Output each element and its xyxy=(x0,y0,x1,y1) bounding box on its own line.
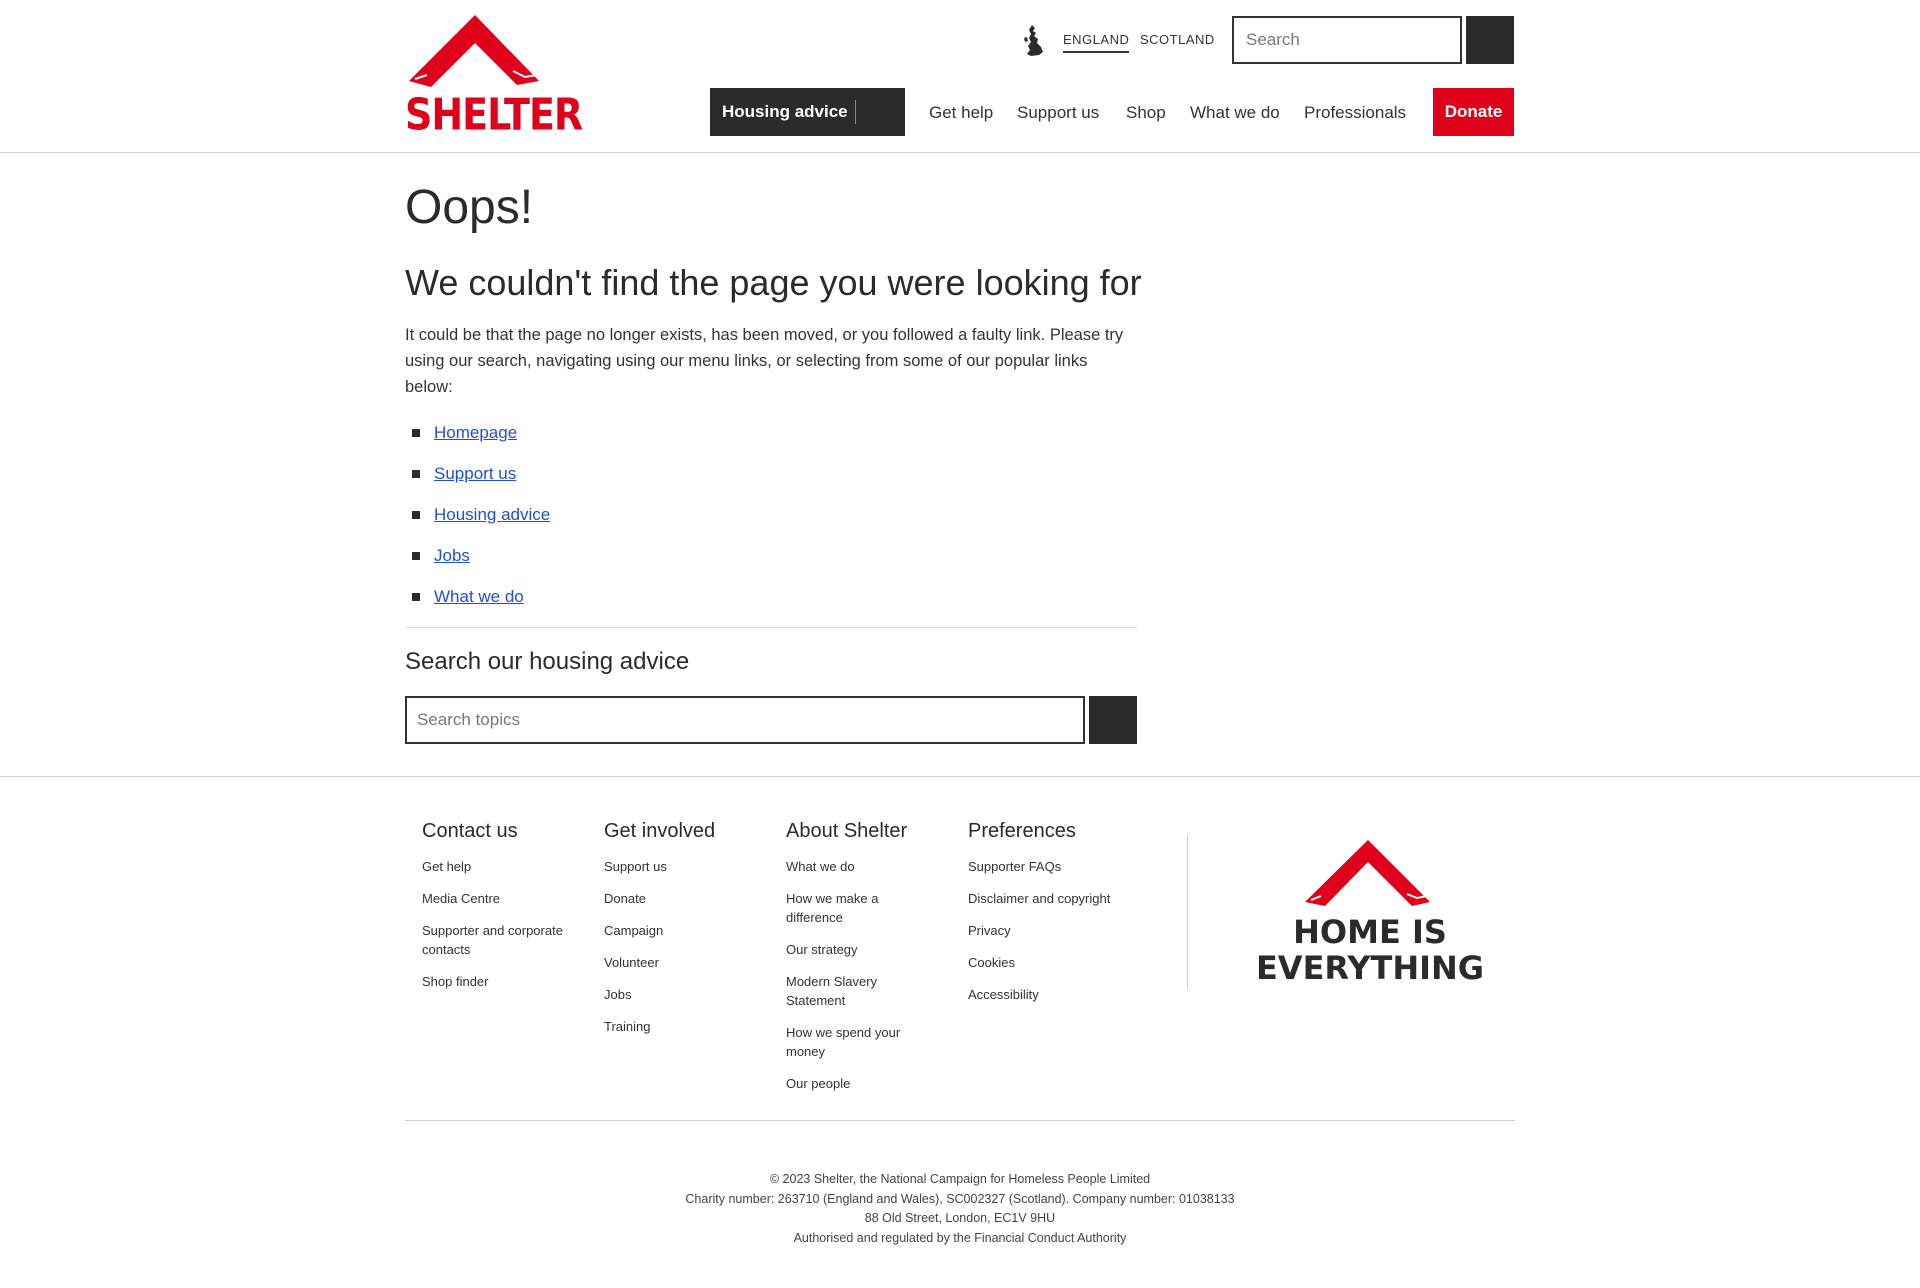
topics-search-button[interactable] xyxy=(1089,696,1137,744)
footer-link[interactable]: What we do xyxy=(786,857,916,876)
copyright-line: © 2023 Shelter, the National Campaign fo… xyxy=(769,1172,1151,1186)
footer-link[interactable]: Volunteer xyxy=(604,953,774,972)
footer-link[interactable]: Disclaimer and copyright xyxy=(968,889,1138,908)
logo-wordmark: SHELTER xyxy=(405,89,583,140)
roof-icon xyxy=(1305,840,1430,906)
bullet-icon xyxy=(412,551,420,560)
link-homepage[interactable]: Homepage xyxy=(434,423,517,443)
footer-link[interactable]: Donate xyxy=(604,889,774,908)
link-jobs[interactable]: Jobs xyxy=(434,546,470,566)
list-item: What we do xyxy=(412,576,550,617)
nav-housing-advice[interactable]: Housing advice xyxy=(710,88,905,136)
list-item: Housing advice xyxy=(412,494,550,535)
footer-column-preferences: Preferences Supporter FAQs Disclaimer an… xyxy=(968,820,1138,1017)
uk-map-icon xyxy=(1024,25,1043,56)
footer-link[interactable]: Shop finder xyxy=(422,972,592,991)
footer-heading: About Shelter xyxy=(786,820,908,842)
page-subtitle: We couldn't find the page you were looki… xyxy=(405,262,1142,303)
list-item: Support us xyxy=(412,453,550,494)
footer-link[interactable]: Get help xyxy=(422,857,592,876)
roof-icon xyxy=(409,15,539,87)
footer-link[interactable]: Modern Slavery Statement xyxy=(786,972,916,1010)
footer-link[interactable]: How we spend your money xyxy=(786,1023,916,1061)
nav-professionals[interactable]: Professionals xyxy=(1304,103,1406,123)
tagline-line1: HOME IS xyxy=(1293,913,1447,951)
section-divider xyxy=(405,627,1137,628)
nav-get-help[interactable]: Get help xyxy=(929,103,993,123)
intro-text: It could be that the page no longer exis… xyxy=(405,326,1124,396)
footer-link[interactable]: Campaign xyxy=(604,921,774,940)
footer-link[interactable]: Supporter and corporate contacts xyxy=(422,921,582,959)
charity-number-line: Charity number: 263710 (England and Wale… xyxy=(685,1191,1235,1206)
link-housing-advice[interactable]: Housing advice xyxy=(434,505,550,525)
footer-link[interactable]: Jobs xyxy=(604,985,774,1004)
bullet-icon xyxy=(412,592,420,601)
region-scotland-link[interactable]: SCOTLAND xyxy=(1140,32,1215,47)
regulation-line: Authorised and regulated by the Financia… xyxy=(793,1230,1127,1245)
home-is-everything-logo: HOME IS EVERYTHING xyxy=(1255,838,1485,998)
footer-column-contact: Contact us Get help Media Centre Support… xyxy=(422,820,592,1004)
site-search-button[interactable] xyxy=(1466,16,1514,64)
search-heading: Search our housing advice xyxy=(405,648,690,675)
list-item: Jobs xyxy=(412,535,550,576)
nav-separator xyxy=(855,100,856,124)
footer-link[interactable]: Accessibility xyxy=(968,985,1138,1004)
site-header: SHELTER ENGLAND SCOTLAND Housing advice … xyxy=(0,0,1920,153)
footer-heading: Get involved xyxy=(604,820,716,842)
bullet-icon xyxy=(412,428,420,437)
footer-link[interactable]: Our strategy xyxy=(786,940,916,959)
link-support-us[interactable]: Support us xyxy=(434,464,516,484)
footer-border xyxy=(0,776,1920,777)
nav-shop[interactable]: Shop xyxy=(1126,103,1166,123)
footer-vertical-divider xyxy=(1187,835,1188,990)
donate-button[interactable]: Donate xyxy=(1433,88,1514,136)
shelter-logo[interactable]: SHELTER xyxy=(405,15,583,140)
nav-support-us[interactable]: Support us xyxy=(1017,103,1099,123)
footer-heading: Preferences xyxy=(968,820,1076,842)
footer-column-about: About Shelter What we do How we make a d… xyxy=(786,820,916,1106)
bullet-icon xyxy=(412,510,420,519)
footer-heading: Contact us xyxy=(422,820,518,842)
popular-links-list: Homepage Support us Housing advice Jobs … xyxy=(412,412,550,617)
tagline: HOME IS EVERYTHING xyxy=(1255,914,1485,986)
footer-link[interactable]: Cookies xyxy=(968,953,1138,972)
tagline-line2: EVERYTHING xyxy=(1255,949,1485,987)
footer-link[interactable]: Our people xyxy=(786,1074,916,1093)
site-search-input[interactable] xyxy=(1232,16,1462,64)
page-title: Oops! xyxy=(405,181,534,234)
footer-link[interactable]: Privacy xyxy=(968,921,1138,940)
nav-what-we-do[interactable]: What we do xyxy=(1190,103,1280,123)
footer-link[interactable]: Supporter FAQs xyxy=(968,857,1138,876)
footer-link[interactable]: How we make a difference xyxy=(786,889,916,927)
region-england-link[interactable]: ENGLAND xyxy=(1063,32,1130,53)
topics-search-input[interactable] xyxy=(405,696,1085,744)
footer-divider xyxy=(405,1120,1515,1121)
link-what-we-do[interactable]: What we do xyxy=(434,587,524,607)
footer-link[interactable]: Support us xyxy=(604,857,774,876)
footer-link[interactable]: Media Centre xyxy=(422,889,592,908)
legal-text: © 2023 Shelter, the National Campaign fo… xyxy=(0,1170,1920,1248)
address-line: 88 Old Street, London, EC1V 9HU xyxy=(864,1211,1056,1225)
bullet-icon xyxy=(412,469,420,478)
list-item: Homepage xyxy=(412,412,550,453)
footer-column-get-involved: Get involved Support us Donate Campaign … xyxy=(604,820,774,1049)
footer-link[interactable]: Training xyxy=(604,1017,774,1036)
nav-housing-advice-label: Housing advice xyxy=(722,102,848,121)
